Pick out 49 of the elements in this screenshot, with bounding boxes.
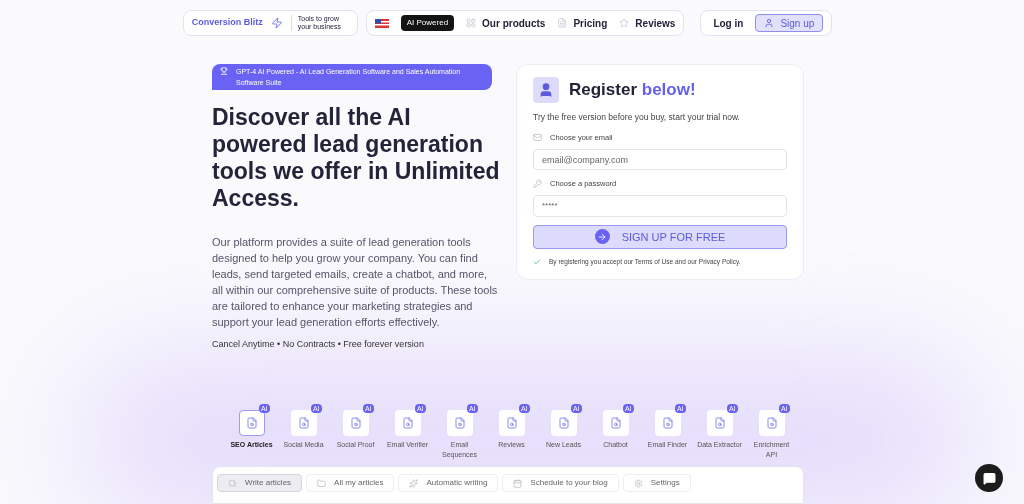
password-field[interactable]: ***** xyxy=(533,195,787,217)
user-icon xyxy=(764,18,775,28)
tool-icon xyxy=(758,410,785,436)
hero-footnote: Cancel Anytime • No Contracts • Free forever version xyxy=(212,338,425,351)
panel-tab[interactable]: Schedule to your blog xyxy=(502,474,619,492)
register-subtitle: Try the free version before you buy, start your trial now. xyxy=(533,111,741,124)
tool-icon xyxy=(654,410,681,436)
document-icon xyxy=(557,18,568,28)
email-field[interactable]: email@company.com xyxy=(533,149,787,171)
tool-icon xyxy=(238,410,265,436)
login-link[interactable]: Log in xyxy=(709,15,748,31)
tab-icon xyxy=(633,478,643,488)
check-icon xyxy=(533,258,541,267)
mail-icon xyxy=(533,132,542,142)
signup-button[interactable]: Sign up xyxy=(755,14,824,32)
panel-tab[interactable]: Write articles xyxy=(217,474,303,492)
grid-icon xyxy=(466,18,477,28)
tab-icon xyxy=(317,478,327,488)
tab-icon xyxy=(409,478,419,488)
tool-icon xyxy=(706,410,733,436)
tool-icon xyxy=(446,410,473,436)
chat-icon xyxy=(982,471,996,485)
nav-link[interactable]: Pricing xyxy=(557,15,608,31)
register-title: Register below! xyxy=(569,79,696,102)
brand-name: Conversion Blitz xyxy=(191,16,263,30)
panel-tab[interactable]: Settings xyxy=(622,474,691,492)
tool-icon xyxy=(394,410,421,436)
ai-powered-badge: AI Powered xyxy=(400,15,455,31)
flag-icon xyxy=(374,18,389,28)
avatar-icon xyxy=(533,77,559,103)
star-icon xyxy=(619,18,630,28)
hero-description: Our platform provides a suite of lead generation tools designed to help you grow your company. You can find leads, send targeted emails, create a chatbot, and more, all within our comprehensive suite of products. These tools are tailored to enhance your marketing strategies and support your lead generation efforts effectively. xyxy=(212,235,499,330)
tab-icon xyxy=(228,478,237,488)
tool-icon xyxy=(498,410,525,436)
lightning-icon xyxy=(270,17,283,29)
nav-link[interactable]: Our products xyxy=(466,15,546,31)
hero-title: Discover all the AI powered lead generation tools we offer in Unlimited Access. xyxy=(212,104,500,212)
tool-icon xyxy=(550,410,577,436)
tool-icon xyxy=(290,410,317,436)
nav-link[interactable]: Reviews xyxy=(619,15,676,31)
tool-icon xyxy=(342,410,369,436)
chat-button[interactable] xyxy=(975,464,1003,492)
tool-icon xyxy=(602,410,629,436)
tab-icon xyxy=(513,478,523,488)
signup-free-button[interactable]: SIGN UP FOR FREE xyxy=(533,224,787,250)
trophy-icon xyxy=(220,67,228,75)
key-icon xyxy=(533,179,542,189)
panel-tab[interactable]: Automatic writing xyxy=(398,474,499,492)
panel-tab[interactable]: All my articles xyxy=(306,474,395,492)
